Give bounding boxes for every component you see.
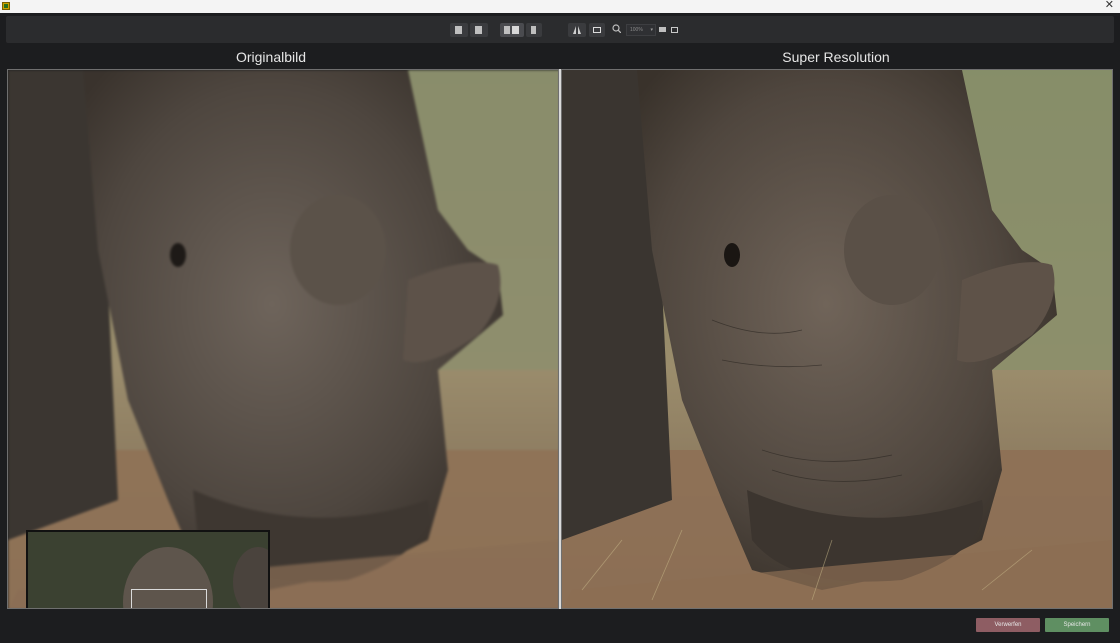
zoom-select[interactable]: 100% ▾ bbox=[626, 24, 656, 36]
super-resolution-panel[interactable] bbox=[561, 69, 1113, 609]
fullscreen-icon bbox=[671, 27, 678, 33]
app-icon bbox=[2, 2, 10, 10]
window-icon bbox=[659, 27, 666, 32]
close-button[interactable]: ✕ bbox=[1105, 0, 1114, 12]
chevron-down-icon: ▾ bbox=[650, 27, 653, 33]
single-view-alt-button[interactable] bbox=[470, 23, 488, 37]
discard-button[interactable]: Verwerfen bbox=[976, 618, 1040, 632]
split-view-alt-icon bbox=[531, 26, 536, 34]
super-resolution-title: Super Resolution bbox=[782, 49, 890, 65]
single-view-alt-icon bbox=[475, 26, 482, 34]
zoom-value: 100% bbox=[630, 27, 643, 33]
split-view-alt-button[interactable] bbox=[526, 23, 542, 37]
window-view-button[interactable] bbox=[658, 25, 668, 35]
navigator-thumbnail[interactable] bbox=[26, 530, 270, 608]
save-button[interactable]: Speichern bbox=[1045, 618, 1109, 632]
compare-icon bbox=[573, 26, 581, 34]
split-view-button[interactable] bbox=[500, 23, 524, 37]
fullscreen-button[interactable] bbox=[670, 25, 680, 35]
original-image-panel[interactable] bbox=[7, 69, 559, 609]
toolbar: 100% ▾ bbox=[6, 16, 1114, 43]
rhino-super-resolution-image bbox=[562, 70, 1112, 608]
single-view-icon bbox=[455, 26, 462, 34]
rhino-original-image bbox=[8, 70, 558, 608]
navigator-viewport-frame[interactable] bbox=[131, 589, 207, 608]
search-icon[interactable] bbox=[612, 24, 621, 33]
split-view-icon bbox=[504, 26, 510, 34]
window-title-bar: ✕ bbox=[0, 0, 1120, 13]
compare-button[interactable] bbox=[568, 23, 586, 37]
single-view-button[interactable] bbox=[450, 23, 468, 37]
original-image-title: Originalbild bbox=[235, 49, 307, 65]
fit-view-button[interactable] bbox=[589, 23, 605, 37]
fit-view-icon bbox=[593, 27, 601, 33]
